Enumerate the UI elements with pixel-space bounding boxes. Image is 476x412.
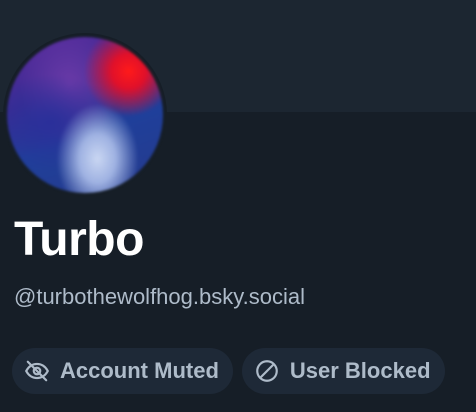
- account-muted-pill[interactable]: Account Muted: [12, 348, 233, 394]
- eye-slash-icon: [24, 358, 50, 384]
- moderation-labels: Account Muted User Blocked: [12, 348, 445, 394]
- user-blocked-label: User Blocked: [289, 358, 431, 383]
- account-muted-label: Account Muted: [60, 358, 219, 383]
- user-blocked-pill[interactable]: User Blocked: [241, 348, 445, 394]
- block-icon: [254, 358, 280, 384]
- profile-header: Turbo @turbothewolfhog.bsky.social Accou…: [0, 0, 476, 412]
- display-name: Turbo: [14, 213, 144, 266]
- avatar[interactable]: [3, 33, 167, 197]
- profile-handle: @turbothewolfhog.bsky.social: [14, 284, 305, 309]
- avatar-image: [7, 37, 163, 193]
